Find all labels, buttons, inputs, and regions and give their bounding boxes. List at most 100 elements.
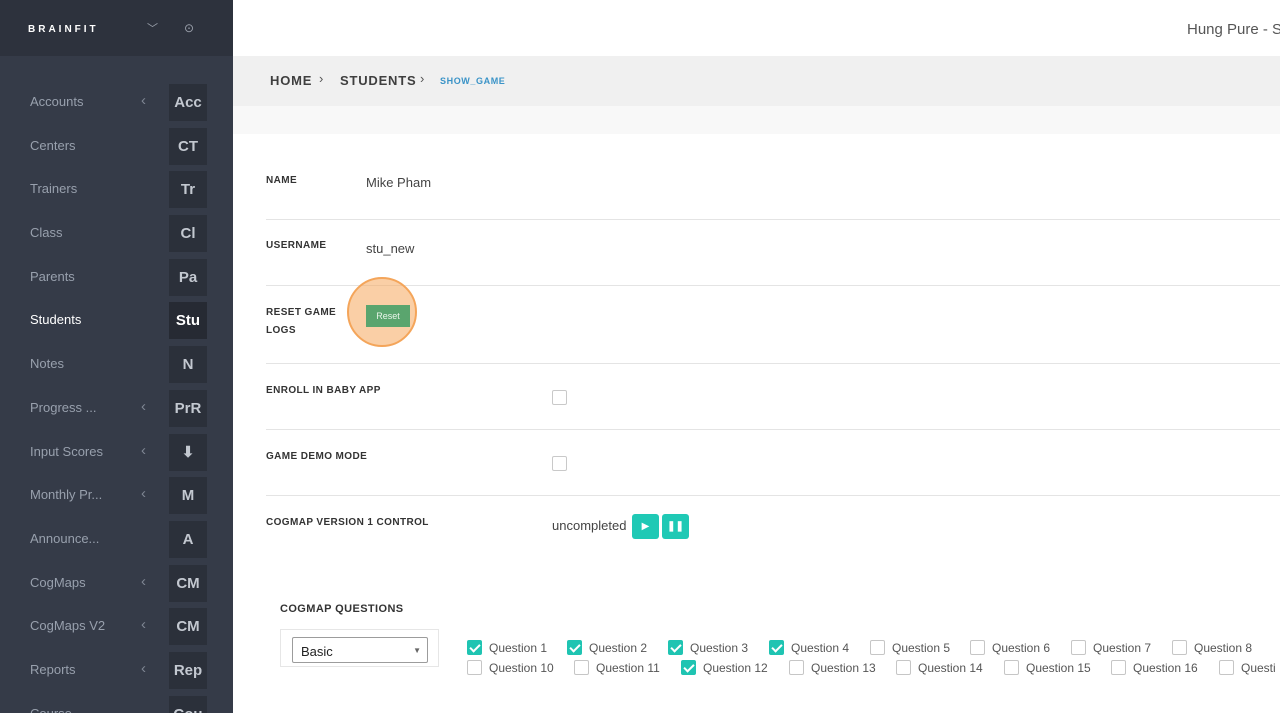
chevron-left-icon: ‹ (141, 572, 146, 590)
checkbox-icon[interactable] (574, 660, 589, 675)
sidebar-item[interactable]: CogMaps V2 ‹ CM (0, 604, 233, 648)
question-label: Question 2 (589, 641, 648, 655)
question-label: Question 15 (1026, 661, 1091, 675)
level-select-value: Basic (301, 644, 333, 659)
sidebar-item-label: Class (30, 225, 63, 241)
checkbox-icon[interactable] (896, 660, 911, 675)
brand-logo[interactable]: BRAINFIT (28, 24, 99, 35)
question-label: Question 6 (992, 641, 1051, 655)
sidebar-item-abbr[interactable]: CM (169, 564, 207, 602)
reset-label-line1: RESET GAME (266, 307, 337, 318)
brand-bar: BRAINFIT ﹀ ⊙ (0, 0, 233, 56)
checkbox-icon[interactable] (1172, 640, 1187, 655)
sidebar-item[interactable]: Accounts ‹ Acc (0, 80, 233, 124)
sidebar-item-abbr[interactable]: Pa (169, 258, 207, 296)
sidebar-item-abbr[interactable]: M (169, 477, 207, 515)
sidebar-item[interactable]: CogMaps ‹ CM (0, 561, 233, 605)
sidebar-item-abbr[interactable]: CT (169, 127, 207, 165)
checkbox-checked-icon[interactable] (681, 660, 696, 675)
question-label: Questi (1241, 661, 1276, 675)
cogmap-questions-title: COGMAP QUESTIONS (280, 603, 404, 615)
username-row: USERNAME stu_new (266, 220, 1280, 286)
cogmap-control-label: COGMAP VERSION 1 CONTROL (266, 517, 429, 528)
checkbox-icon[interactable] (789, 660, 804, 675)
chevron-left-icon: ‹ (141, 92, 146, 109)
enroll-row: ENROLL IN BABY APP (266, 364, 1280, 430)
sidebar-item[interactable]: Input Scores ‹ ⬇ (0, 430, 233, 474)
sidebar-item[interactable]: Class Cl (0, 211, 233, 255)
sidebar-item[interactable]: Trainers Tr (0, 167, 233, 211)
checkbox-icon[interactable] (1111, 660, 1126, 675)
question-label: Question 12 (703, 661, 768, 675)
sidebar-item[interactable]: Course Cou (0, 692, 233, 713)
sidebar: BRAINFIT ﹀ ⊙ Accounts ‹ Acc Centers CT Traine… (0, 0, 233, 713)
sidebar-item[interactable]: Parents Pa (0, 255, 233, 299)
checkbox-icon[interactable] (467, 660, 482, 675)
checkbox-checked-icon[interactable] (467, 640, 482, 655)
checkbox-icon[interactable] (1004, 660, 1019, 675)
checkbox-icon[interactable] (970, 640, 985, 655)
chevron-left-icon: ‹ (141, 485, 146, 503)
checkbox-checked-icon[interactable] (567, 640, 582, 655)
checkbox-checked-icon[interactable] (668, 640, 683, 655)
sidebar-item[interactable]: Announce... A (0, 517, 233, 561)
chevron-right-icon: › (420, 71, 425, 86)
sidebar-item[interactable]: Monthly Pr... ‹ M (0, 473, 233, 517)
checkbox-icon[interactable] (1071, 640, 1086, 655)
question-label: Question 14 (918, 661, 983, 675)
sidebar-item-label: Accounts (30, 94, 84, 109)
breadcrumb-students[interactable]: STUDENTS (340, 73, 416, 88)
sidebar-item-abbr[interactable]: Stu (169, 302, 207, 340)
sidebar-item-label: CogMaps (30, 574, 86, 590)
username-value: stu_new (366, 241, 415, 256)
sidebar-item-abbr[interactable]: A (169, 520, 207, 558)
level-select[interactable]: Basic ▼ (292, 637, 428, 663)
sidebar-item-abbr[interactable]: Cl (169, 215, 207, 253)
sidebar-item[interactable]: Centers CT (0, 124, 233, 168)
sub-toolbar (233, 106, 1280, 134)
sidebar-item[interactable]: Reports ‹ Rep (0, 648, 233, 692)
sidebar-item-label: Parents (30, 268, 75, 284)
question-label: Question 7 (1093, 641, 1152, 655)
name-label: NAME (266, 175, 298, 186)
sidebar-item-abbr[interactable]: Acc (169, 84, 207, 121)
sidebar-item-label: Trainers (30, 181, 78, 197)
play-icon[interactable]: ▶ (632, 514, 659, 539)
sidebar-item-abbr[interactable]: Cou (169, 695, 207, 713)
sidebar-item[interactable]: Progress ... ‹ PrR (0, 386, 233, 430)
settings-icon[interactable]: ⊙ (184, 21, 194, 35)
sidebar-item-abbr[interactable]: Rep (169, 651, 207, 689)
sidebar-item-abbr[interactable]: N (169, 346, 207, 384)
name-value: Mike Pham (366, 175, 432, 190)
question-label: Question 8 (1194, 641, 1253, 655)
reset-button[interactable]: Reset (366, 305, 410, 327)
username-label: USERNAME (266, 240, 327, 251)
checkbox-checked-icon[interactable] (769, 640, 784, 655)
sidebar-item[interactable]: Students Stu (0, 298, 233, 342)
reset-label: RESET GAME LOGS (266, 304, 336, 340)
demo-mode-checkbox[interactable] (552, 456, 567, 471)
user-name[interactable]: Hung Pure - S (1187, 21, 1280, 38)
sidebar-item-label: Centers (30, 137, 76, 153)
cogmap-status: uncompleted (552, 518, 627, 533)
question-label: Question 10 (489, 661, 554, 675)
chevron-right-icon: › (319, 71, 324, 86)
breadcrumb-home[interactable]: HOME (270, 73, 312, 88)
sidebar-item-label: Monthly Pr... (30, 487, 103, 503)
checkbox-icon[interactable] (1219, 660, 1234, 675)
enroll-checkbox[interactable] (552, 390, 567, 405)
chevron-left-icon: ‹ (141, 659, 146, 677)
chevron-down-icon[interactable]: ﹀ (147, 20, 158, 36)
pause-icon[interactable]: ❚❚ (662, 514, 689, 539)
sidebar-item-abbr[interactable]: ⬇ (169, 433, 207, 471)
sidebar-item-abbr[interactable]: PrR (169, 389, 207, 427)
checkbox-icon[interactable] (870, 640, 885, 655)
sidebar-item-abbr[interactable]: Tr (169, 171, 207, 209)
name-row: NAME Mike Pham (266, 155, 1280, 220)
breadcrumb-current: SHOW_GAME (440, 76, 506, 86)
breadcrumb: HOME › STUDENTS › SHOW_GAME (233, 56, 1280, 106)
sidebar-item-abbr[interactable]: CM (169, 608, 207, 646)
sidebar-item[interactable]: Notes N (0, 342, 233, 386)
caret-down-icon: ▼ (413, 646, 421, 655)
sidebar-nav: Accounts ‹ Acc Centers CT Trainers Tr Class Cl Pa… (0, 80, 233, 713)
